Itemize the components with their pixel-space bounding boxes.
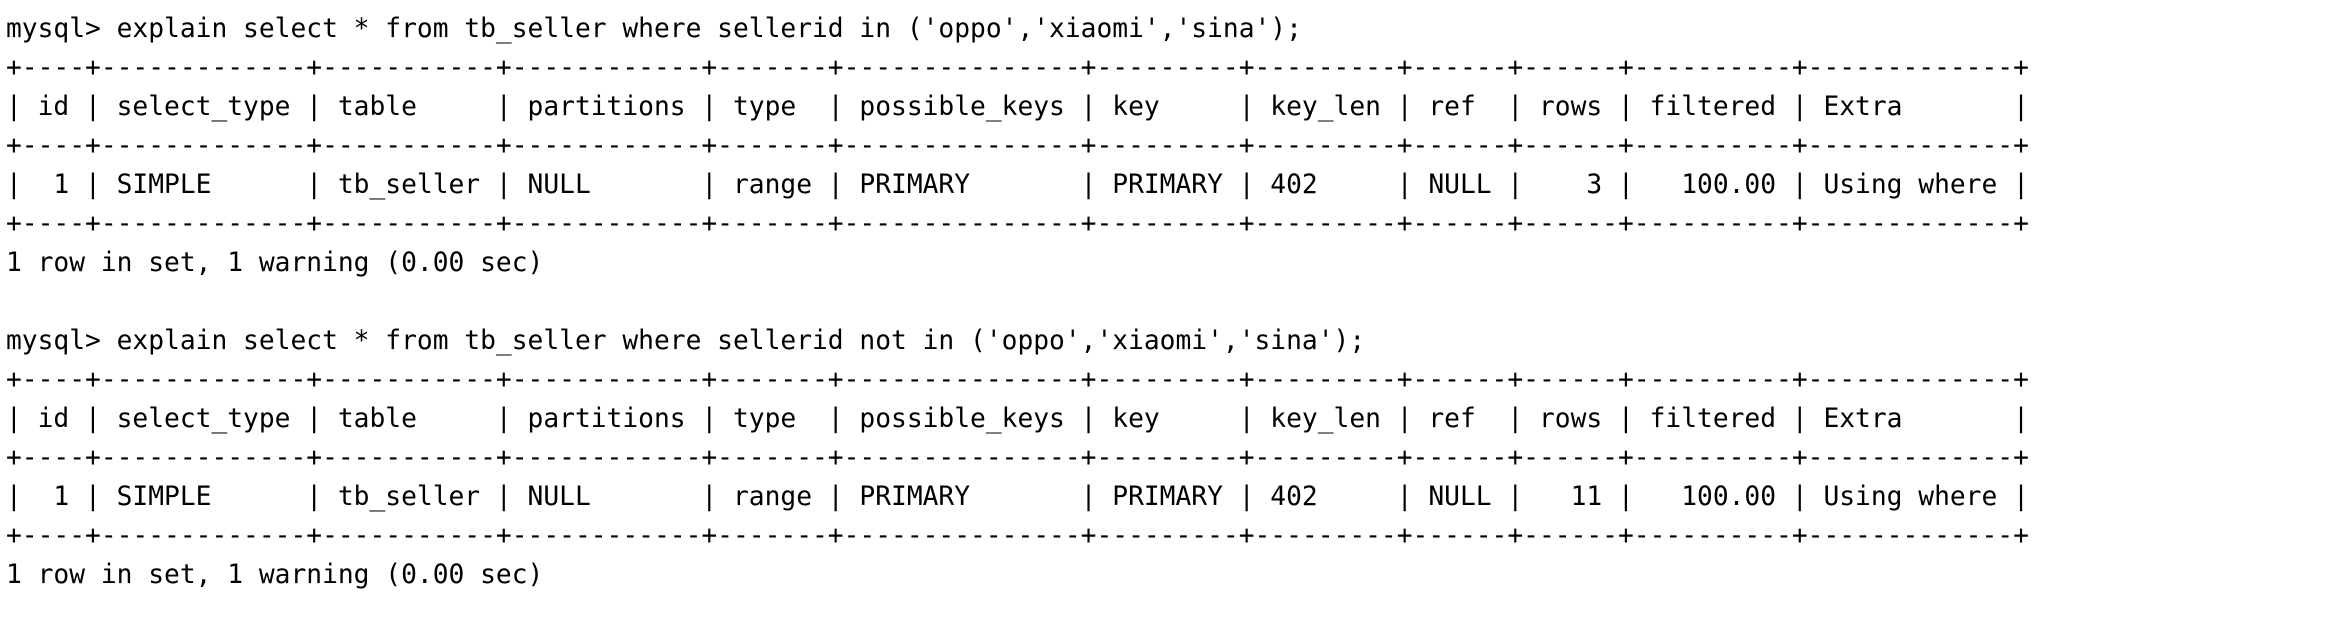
table-top-border: +----+-------------+-----------+--------… [6, 53, 2029, 83]
table-header-row: | id | select_type | table | partitions … [6, 92, 2029, 122]
table-bottom-border: +----+-------------+-----------+--------… [6, 209, 2029, 239]
result-status-line: 1 row in set, 1 warning (0.00 sec) [6, 560, 544, 590]
table-header-separator: +----+-------------+-----------+--------… [6, 131, 2029, 161]
table-row: | 1 | SIMPLE | tb_seller | NULL | range … [6, 482, 2029, 512]
table-bottom-border: +----+-------------+-----------+--------… [6, 521, 2029, 551]
table-row: | 1 | SIMPLE | tb_seller | NULL | range … [6, 170, 2029, 200]
table-header-separator: +----+-------------+-----------+--------… [6, 443, 2029, 473]
table-header-row: | id | select_type | table | partitions … [6, 404, 2029, 434]
result-status-line: 1 row in set, 1 warning (0.00 sec) [6, 248, 544, 278]
terminal-output[interactable]: mysql> explain select * from tb_seller w… [0, 0, 2332, 644]
command-line: mysql> explain select * from tb_seller w… [6, 326, 1366, 356]
table-top-border: +----+-------------+-----------+--------… [6, 365, 2029, 395]
command-line: mysql> explain select * from tb_seller w… [6, 14, 1302, 44]
